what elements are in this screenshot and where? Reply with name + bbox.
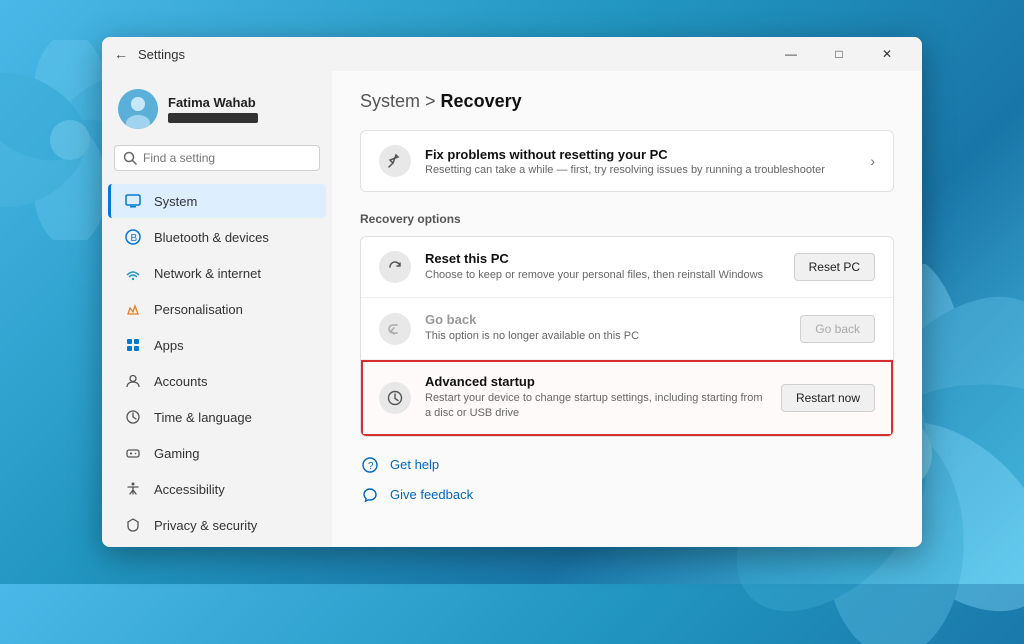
system-icon — [124, 192, 142, 210]
sidebar-label-accounts: Accounts — [154, 374, 207, 389]
sidebar-item-accounts[interactable]: Accounts — [108, 364, 326, 398]
section-label: Recovery options — [360, 212, 894, 226]
network-icon — [124, 264, 142, 282]
fix-card-text: Fix problems without resetting your PC R… — [425, 147, 856, 176]
svg-text:?: ? — [368, 461, 374, 472]
settings-window: ← Settings — □ ✕ Fatima Wahab — [102, 37, 922, 547]
advanced-startup-icon — [379, 382, 411, 414]
give-feedback-icon — [360, 485, 380, 505]
reset-icon — [379, 251, 411, 283]
maximize-button[interactable]: □ — [816, 37, 862, 71]
sidebar-item-time[interactable]: Time & language — [108, 400, 326, 434]
user-email-bar — [168, 113, 258, 123]
fix-icon — [379, 145, 411, 177]
sidebar: Fatima Wahab System B — [102, 71, 332, 547]
breadcrumb-current: Recovery — [441, 91, 522, 111]
close-button[interactable]: ✕ — [864, 37, 910, 71]
option-reset-pc-title: Reset this PC — [425, 251, 780, 266]
option-reset-pc-text: Reset this PC Choose to keep or remove y… — [425, 251, 780, 283]
personalisation-icon — [124, 300, 142, 318]
sidebar-label-system: System — [154, 194, 197, 209]
option-go-back-desc: This option is no longer available on th… — [425, 329, 786, 344]
time-icon — [124, 408, 142, 426]
sidebar-label-privacy: Privacy & security — [154, 518, 257, 533]
sidebar-item-privacy[interactable]: Privacy & security — [108, 508, 326, 542]
sidebar-label-time: Time & language — [154, 410, 252, 425]
privacy-icon — [124, 516, 142, 534]
sidebar-item-system[interactable]: System — [108, 184, 326, 218]
sidebar-item-network[interactable]: Network & internet — [108, 256, 326, 290]
option-reset-pc: Reset this PC Choose to keep or remove y… — [361, 237, 893, 298]
bluetooth-icon: B — [124, 228, 142, 246]
breadcrumb-parent: System — [360, 91, 420, 111]
user-section: Fatima Wahab — [102, 81, 332, 145]
sidebar-label-bluetooth: Bluetooth & devices — [154, 230, 269, 245]
go-back-icon — [379, 313, 411, 345]
back-button[interactable]: ← — [114, 46, 128, 62]
window-title: Settings — [138, 47, 185, 62]
fix-problems-card[interactable]: Fix problems without resetting your PC R… — [360, 130, 894, 192]
user-name: Fatima Wahab — [168, 95, 258, 110]
restart-now-button[interactable]: Restart now — [781, 384, 875, 412]
bottom-links: ? Get help Give feedback — [360, 455, 894, 505]
titlebar: ← Settings — □ ✕ — [102, 37, 922, 71]
apps-icon — [124, 336, 142, 354]
get-help-label: Get help — [390, 457, 439, 472]
svg-text:B: B — [131, 233, 138, 244]
reset-pc-button[interactable]: Reset PC — [794, 253, 875, 281]
sidebar-label-network: Network & internet — [154, 266, 261, 281]
sidebar-item-apps[interactable]: Apps — [108, 328, 326, 362]
give-feedback-link[interactable]: Give feedback — [360, 485, 894, 505]
option-advanced-startup-text: Advanced startup Restart your device to … — [425, 374, 767, 422]
user-info: Fatima Wahab — [168, 95, 258, 123]
sidebar-label-accessibility: Accessibility — [154, 482, 225, 497]
search-input[interactable] — [143, 151, 311, 165]
sidebar-label-gaming: Gaming — [154, 446, 200, 461]
option-advanced-startup: Advanced startup Restart your device to … — [361, 360, 893, 436]
sidebar-item-accessibility[interactable]: Accessibility — [108, 472, 326, 506]
sidebar-item-personalisation[interactable]: Personalisation — [108, 292, 326, 326]
breadcrumb-separator: > — [425, 91, 441, 111]
window-controls: — □ ✕ — [768, 37, 910, 71]
go-back-button[interactable]: Go back — [800, 315, 875, 343]
get-help-link[interactable]: ? Get help — [360, 455, 894, 475]
accounts-icon — [124, 372, 142, 390]
sidebar-item-bluetooth[interactable]: B Bluetooth & devices — [108, 220, 326, 254]
chevron-right-icon: › — [870, 153, 875, 169]
avatar — [118, 89, 158, 129]
minimize-button[interactable]: — — [768, 37, 814, 71]
accessibility-icon — [124, 480, 142, 498]
search-icon — [123, 151, 137, 165]
main-layout: Fatima Wahab System B — [102, 71, 922, 547]
gaming-icon — [124, 444, 142, 462]
sidebar-label-apps: Apps — [154, 338, 184, 353]
fix-card-title: Fix problems without resetting your PC — [425, 147, 856, 162]
sidebar-item-gaming[interactable]: Gaming — [108, 436, 326, 470]
recovery-options: Reset this PC Choose to keep or remove y… — [360, 236, 894, 437]
breadcrumb: System > Recovery — [360, 91, 894, 112]
search-box[interactable] — [114, 145, 320, 171]
sidebar-label-personalisation: Personalisation — [154, 302, 243, 317]
option-reset-pc-desc: Choose to keep or remove your personal f… — [425, 268, 780, 283]
content-area: System > Recovery Fix problems without r… — [332, 71, 922, 547]
option-go-back: Go back This option is no longer availab… — [361, 298, 893, 359]
give-feedback-label: Give feedback — [390, 487, 473, 502]
option-advanced-startup-desc: Restart your device to change startup se… — [425, 391, 767, 422]
get-help-icon: ? — [360, 455, 380, 475]
option-go-back-title: Go back — [425, 312, 786, 327]
option-advanced-startup-title: Advanced startup — [425, 374, 767, 389]
fix-card-desc: Resetting can take a while — first, try … — [425, 164, 856, 176]
option-go-back-text: Go back This option is no longer availab… — [425, 312, 786, 344]
